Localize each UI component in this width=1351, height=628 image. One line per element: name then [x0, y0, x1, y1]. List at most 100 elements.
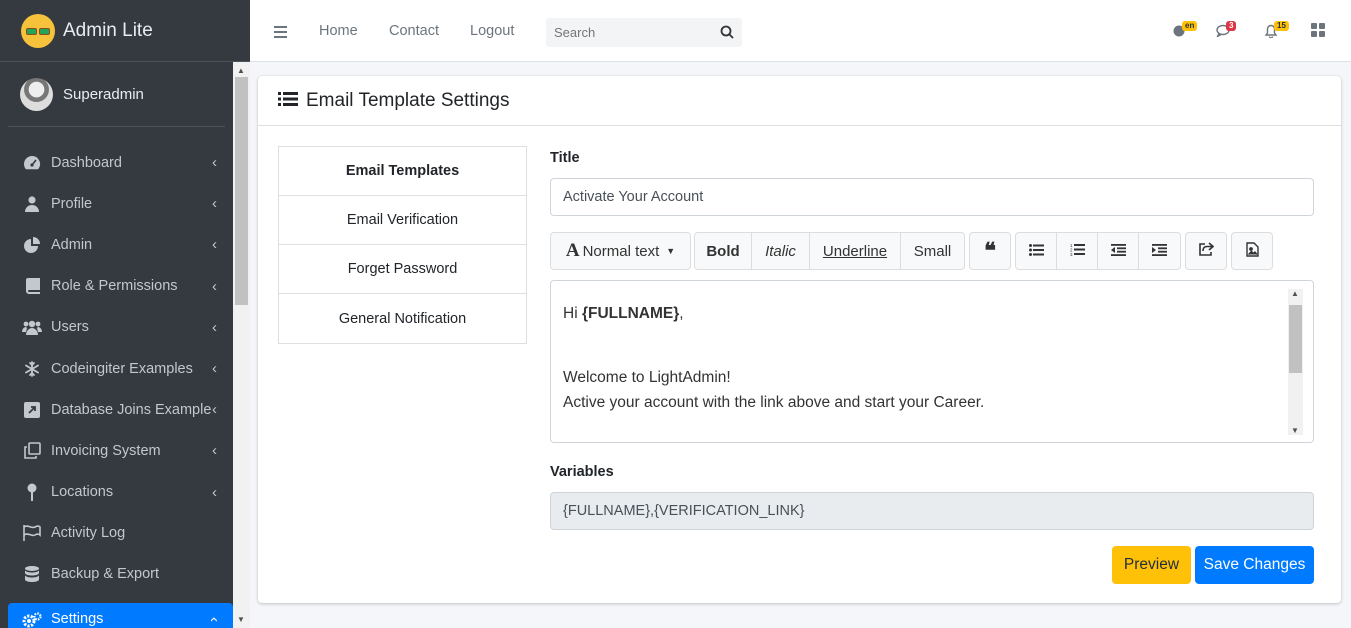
sidebar-item-label: Admin [51, 236, 93, 253]
search-icon[interactable] [720, 25, 734, 42]
language-badge: en [1182, 21, 1198, 31]
insert-link-button[interactable] [1186, 233, 1226, 269]
sidebar-item-label: Settings [51, 611, 104, 628]
language-button[interactable]: en [1172, 21, 1198, 41]
database-icon [22, 565, 42, 583]
template-list: Email Templates Email Verification Forge… [278, 146, 527, 344]
preview-button[interactable]: Preview [1112, 546, 1191, 584]
font-icon: A [565, 240, 580, 261]
messages-button[interactable]: 3 [1215, 21, 1237, 41]
top-navbar: Home Contact Logout en 3 15 [250, 0, 1351, 62]
sidebar-item-role-permissions[interactable]: Role & Permissions ‹ [8, 266, 233, 307]
sidebar-item-invoicing-system[interactable]: Invoicing System ‹ [8, 430, 233, 471]
sidebar-item-label: Profile [51, 195, 93, 212]
chevron-left-icon: ‹ [212, 154, 217, 172]
external-link-icon [22, 401, 42, 419]
image-group [1231, 232, 1273, 270]
scrollbar-thumb[interactable] [1289, 305, 1302, 373]
italic-button[interactable]: Italic [752, 233, 810, 269]
ordered-list-button[interactable]: 123 [1057, 233, 1098, 269]
sidebar-item-label: Activity Log [51, 525, 126, 542]
nav-contact-link[interactable]: Contact [389, 23, 439, 39]
template-item-forget-password[interactable]: Forget Password [279, 245, 526, 294]
variables-label: Variables [550, 464, 614, 480]
template-item-general-notification[interactable]: General Notification [279, 294, 526, 343]
scroll-up-arrow-icon[interactable]: ▲ [1291, 289, 1299, 298]
chevron-left-icon: ‹ [212, 195, 217, 213]
brand-link[interactable]: Admin Lite [0, 0, 250, 62]
sidebar-item-label: Locations [51, 484, 114, 501]
list-icon [278, 91, 298, 110]
sidebar-scrollbar[interactable]: ▲ ▼ [233, 62, 250, 628]
unordered-list-button[interactable] [1016, 233, 1057, 269]
quote-group: ❝ [969, 232, 1011, 270]
bold-button[interactable]: Bold [695, 233, 752, 269]
outdent-button[interactable] [1098, 233, 1139, 269]
text-style-dropdown[interactable]: A Normal text ▼ [551, 233, 690, 269]
menu-toggle-icon[interactable] [274, 26, 287, 41]
text-style-label: Normal text [582, 242, 660, 260]
message-editor[interactable]: Hi {FULLNAME}, Welcome to LightAdmin! Ac… [550, 280, 1314, 443]
underline-button[interactable]: Underline [810, 233, 901, 269]
scroll-down-arrow-icon[interactable]: ▼ [237, 615, 245, 624]
sidebar-item-label: Role & Permissions [51, 278, 178, 295]
sidebar-item-label: Database Joins Example [51, 401, 212, 418]
small-button[interactable]: Small [901, 233, 964, 269]
blockquote-button[interactable]: ❝ [970, 233, 1010, 269]
sidebar-item-profile[interactable]: Profile ‹ [8, 183, 233, 224]
link-group [1185, 232, 1227, 270]
sidebar-item-locations[interactable]: Locations ‹ [8, 472, 233, 513]
scroll-up-arrow-icon[interactable]: ▲ [237, 66, 245, 75]
sidebar-item-dashboard[interactable]: Dashboard ‹ [8, 142, 233, 183]
share-icon [1198, 242, 1214, 260]
search-input[interactable] [546, 18, 706, 47]
editor-greeting: Hi {FULLNAME}, [563, 305, 684, 322]
save-changes-button[interactable]: Save Changes [1195, 546, 1314, 584]
indent-icon [1152, 243, 1167, 260]
editor-content[interactable]: Hi {FULLNAME}, Welcome to LightAdmin! Ac… [551, 281, 1313, 415]
notifications-badge: 15 [1274, 21, 1289, 31]
sidebar-item-settings[interactable]: Settings ‹ [8, 603, 233, 628]
flag-icon [22, 524, 42, 542]
template-item-email-verification[interactable]: Email Verification [279, 196, 526, 245]
sidebar-item-label: Users [51, 319, 89, 336]
apps-grid-icon[interactable] [1311, 23, 1331, 41]
nav-home-link[interactable]: Home [319, 23, 358, 39]
main-sidebar: Admin Lite Superadmin Dashboard ‹ Profil… [0, 0, 250, 628]
nav-logout-link[interactable]: Logout [470, 23, 514, 39]
chevron-left-icon: ‹ [212, 442, 217, 460]
sidebar-item-codeigniter-examples[interactable]: Codeingiter Examples ‹ [8, 348, 233, 389]
sidebar-item-database-joins[interactable]: Database Joins Example ‹ [8, 389, 233, 430]
pie-chart-icon [22, 236, 42, 254]
variables-field: {FULLNAME},{VERIFICATION_LINK} [550, 492, 1314, 530]
indent-button[interactable] [1139, 233, 1180, 269]
user-panel[interactable]: Superadmin [8, 62, 225, 127]
insert-image-button[interactable] [1232, 233, 1272, 269]
scrollbar-thumb[interactable] [235, 77, 248, 305]
chevron-left-icon: ‹ [212, 236, 217, 254]
sidebar-item-admin[interactable]: Admin ‹ [8, 224, 233, 265]
chevron-left-icon: ‹ [212, 401, 217, 419]
gears-icon [22, 611, 42, 628]
user-icon [22, 195, 42, 213]
chevron-left-icon: ‹ [212, 483, 217, 501]
format-group: Bold Italic Underline Small [694, 232, 965, 270]
sidebar-item-backup-export[interactable]: Backup & Export [8, 554, 233, 595]
scroll-down-arrow-icon[interactable]: ▼ [1291, 426, 1299, 435]
copy-icon [22, 442, 42, 460]
messages-badge: 3 [1226, 21, 1237, 31]
sidebar-item-users[interactable]: Users ‹ [8, 307, 233, 348]
user-name[interactable]: Superadmin [63, 86, 144, 103]
svg-text:3: 3 [1070, 252, 1073, 256]
title-input[interactable]: Activate Your Account [550, 178, 1314, 216]
list-ul-icon [1028, 243, 1044, 260]
caret-down-icon: ▼ [666, 246, 676, 256]
fullname-variable: {FULLNAME} [581, 305, 680, 322]
card-header: Email Template Settings [258, 76, 1341, 126]
title-label: Title [550, 150, 580, 166]
list-group: 123 [1015, 232, 1181, 270]
notifications-button[interactable]: 15 [1264, 21, 1289, 41]
sidebar-item-activity-log[interactable]: Activity Log [8, 513, 233, 554]
editor-scrollbar[interactable]: ▲ ▼ [1288, 289, 1303, 435]
users-icon [22, 318, 42, 336]
